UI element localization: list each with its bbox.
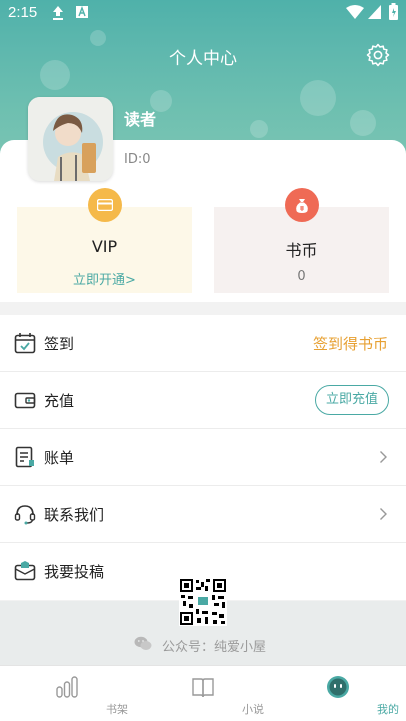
- status-time: 2:15: [8, 4, 38, 21]
- coin-title: 书币: [285, 241, 318, 260]
- wifi-icon: [346, 5, 364, 19]
- bill-document-icon: [15, 446, 34, 468]
- bottom-nav: 书架 小说 我的: [0, 665, 406, 721]
- settings-gear-icon[interactable]: [366, 43, 390, 67]
- menu-list: 签到 签到得书币 充值 立即充值 账单 联系我们 我要投稿: [0, 315, 406, 600]
- qr-code-icon: [179, 578, 227, 626]
- chevron-right-icon: [380, 508, 387, 520]
- headset-icon: [14, 505, 36, 525]
- menu-item-bill[interactable]: 账单: [0, 429, 406, 486]
- user-id: ID:0: [124, 152, 151, 167]
- calendar-check-icon: [14, 333, 36, 354]
- username: 读者: [124, 110, 157, 129]
- vip-title: VIP: [91, 237, 118, 256]
- menu-label-contact: 联系我们: [44, 506, 105, 524]
- nav-novels[interactable]: 小说: [153, 666, 264, 721]
- signal-icon: [368, 5, 381, 19]
- menu-label-recharge: 充值: [44, 392, 75, 410]
- avatar-illustration: [28, 97, 113, 181]
- submit-manuscript-icon: [14, 561, 36, 581]
- nav-label-bookshelf: 书架: [106, 703, 128, 716]
- wallet-icon: [14, 392, 36, 409]
- coin-balance: 0: [297, 269, 306, 284]
- coin-card[interactable]: 书币 0: [214, 188, 389, 293]
- vip-card[interactable]: VIP 立即开通>: [17, 188, 192, 293]
- open-book-icon: [192, 678, 214, 698]
- vip-activate-link[interactable]: 立即开通>: [17, 269, 192, 288]
- upload-icon: [53, 6, 63, 20]
- menu-item-contact[interactable]: 联系我们: [0, 486, 406, 543]
- bookshelf-icon: [56, 676, 78, 698]
- money-bag-icon: [284, 188, 319, 222]
- battery-icon: [389, 3, 398, 20]
- menu-label-bill: 账单: [44, 449, 75, 467]
- menu-item-checkin[interactable]: 签到 签到得书币: [0, 315, 406, 372]
- wechat-icon: [134, 636, 152, 650]
- page-title: 个人中心: [169, 49, 237, 69]
- menu-item-recharge[interactable]: 充值 立即充值: [0, 372, 406, 429]
- menu-label-checkin: 签到: [44, 335, 75, 353]
- checkin-reward-text[interactable]: 签到得书币: [313, 333, 388, 354]
- nav-label-mine: 我的: [377, 703, 399, 716]
- chevron-right-icon: [380, 451, 387, 463]
- user-avatar[interactable]: [28, 97, 113, 181]
- mine-face-icon: [327, 676, 349, 698]
- status-bar: 2:15: [0, 0, 406, 28]
- nav-bookshelf[interactable]: 书架: [17, 666, 128, 721]
- menu-label-submit: 我要投稿: [44, 563, 105, 581]
- public-account-text: 公众号：纯爱小屋: [162, 640, 267, 655]
- recharge-now-button[interactable]: 立即充值: [314, 385, 389, 415]
- nav-mine[interactable]: 我的: [288, 666, 399, 721]
- vip-card-icon: [87, 188, 122, 222]
- app-notification-icon: [76, 6, 88, 18]
